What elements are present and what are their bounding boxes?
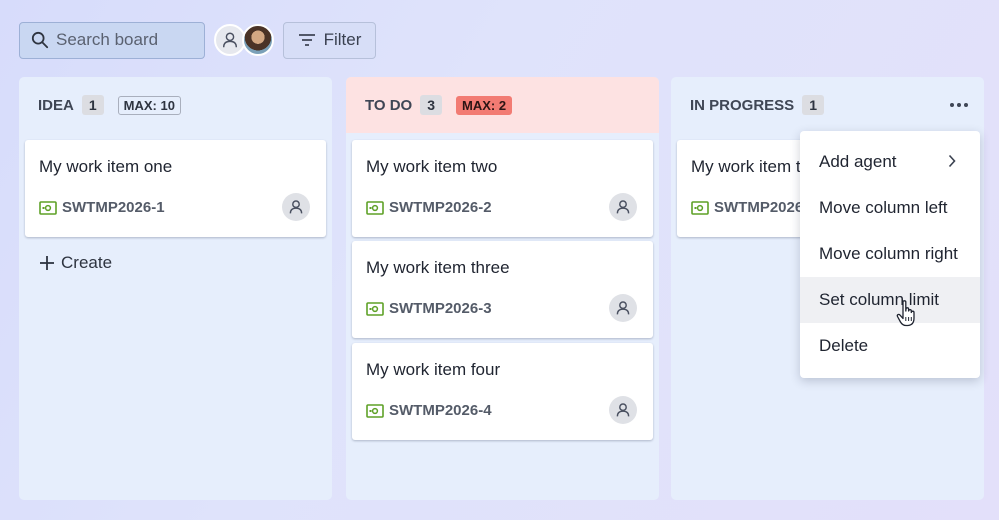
menu-item-label: Move column left <box>819 198 948 217</box>
column-idea: IDEA 1 MAX: 10 My work item one SWTMP202… <box>19 77 332 500</box>
work-item-type-icon <box>691 200 709 215</box>
card-title: My work item one <box>39 157 173 176</box>
user-icon <box>222 32 238 48</box>
assignee-avatar[interactable] <box>609 396 637 424</box>
menu-item-delete[interactable]: Delete <box>800 323 980 369</box>
hand-pointer-icon <box>896 300 915 327</box>
board-toolbar: Filter <box>19 21 376 59</box>
user-icon <box>616 200 630 214</box>
work-item-card[interactable]: My work item two SWTMP2026-2 <box>352 140 653 237</box>
menu-item-label: Delete <box>819 336 869 355</box>
card-key[interactable]: SWTMP2026-2 <box>366 199 492 216</box>
work-item-type-icon <box>366 200 384 215</box>
column-title: IDEA <box>38 96 74 114</box>
column-actions-menu: Add agent Move column left Move column r… <box>800 131 980 378</box>
column-count: 1 <box>802 95 824 115</box>
work-item-card[interactable]: My work item one SWTMP2026-1 <box>25 140 326 237</box>
assignee-avatar[interactable] <box>609 294 637 322</box>
filter-label: Filter <box>323 30 362 49</box>
column-more-button[interactable] <box>946 95 972 115</box>
card-key-text: SWTMP2026-1 <box>62 199 165 216</box>
card-key-text: SWTMP2026-2 <box>389 199 492 216</box>
menu-item-label: Set column limit <box>819 290 939 309</box>
menu-item-label: Add agent <box>819 152 897 171</box>
user-icon <box>616 301 630 315</box>
menu-item-move-right[interactable]: Move column right <box>800 231 980 277</box>
filter-button[interactable]: Filter <box>283 21 376 59</box>
card-title: My work item three <box>366 258 510 277</box>
user-icon <box>289 200 303 214</box>
more-dot-icon <box>964 103 968 107</box>
plus-icon <box>40 256 54 270</box>
work-item-type-icon <box>366 301 384 316</box>
work-item-card[interactable]: My work item four SWTMP2026-4 <box>352 343 653 440</box>
search-input[interactable] <box>56 30 196 50</box>
work-item-type-icon <box>366 403 384 418</box>
work-item-card[interactable]: My work item three SWTMP2026-3 <box>352 241 653 338</box>
create-button[interactable]: Create <box>39 253 112 273</box>
more-dot-icon <box>950 103 954 107</box>
search-box[interactable] <box>19 21 205 59</box>
avatar-group <box>214 24 274 56</box>
column-count: 3 <box>420 95 443 115</box>
card-key[interactable]: SWTMP2026-1 <box>39 199 165 216</box>
column-header[interactable]: IDEA 1 MAX: 10 <box>19 77 332 133</box>
column-title: TO DO <box>365 96 413 114</box>
card-key-text: SWTMP2026-3 <box>389 300 492 317</box>
column-limit-badge: MAX: 2 <box>456 95 513 115</box>
column-header[interactable]: IN PROGRESS 1 <box>671 77 984 133</box>
card-key-text: SWTMP2026-4 <box>389 402 492 419</box>
card-title: My work item t <box>691 157 801 176</box>
column-header[interactable]: TO DO 3 MAX: 2 <box>346 77 659 133</box>
card-title: My work item four <box>366 360 501 379</box>
card-title: My work item two <box>366 157 498 176</box>
search-icon <box>31 31 49 49</box>
column-todo: TO DO 3 MAX: 2 My work item two SWTMP202… <box>346 77 659 500</box>
card-key-text: SWTMP2026 <box>714 199 804 216</box>
filter-icon <box>298 34 315 46</box>
column-title: IN PROGRESS <box>690 96 795 114</box>
menu-item-move-left[interactable]: Move column left <box>800 185 980 231</box>
column-limit-badge: MAX: 10 <box>117 95 181 115</box>
more-dot-icon <box>957 103 961 107</box>
assignee-avatar[interactable] <box>609 193 637 221</box>
work-item-type-icon <box>39 200 57 215</box>
menu-item-set-limit[interactable]: Set column limit <box>800 277 980 323</box>
card-key[interactable]: SWTMP2026-3 <box>366 300 492 317</box>
chevron-right-icon <box>948 154 956 168</box>
avatar-photo[interactable] <box>242 24 274 56</box>
assignee-avatar[interactable] <box>282 193 310 221</box>
card-key[interactable]: SWTMP2026 <box>691 199 803 216</box>
create-label: Create <box>61 253 113 272</box>
card-key[interactable]: SWTMP2026-4 <box>366 402 492 419</box>
menu-item-label: Move column right <box>819 244 958 263</box>
column-count: 1 <box>81 95 104 115</box>
user-icon <box>616 403 630 417</box>
menu-item-add-agent[interactable]: Add agent <box>800 139 980 185</box>
